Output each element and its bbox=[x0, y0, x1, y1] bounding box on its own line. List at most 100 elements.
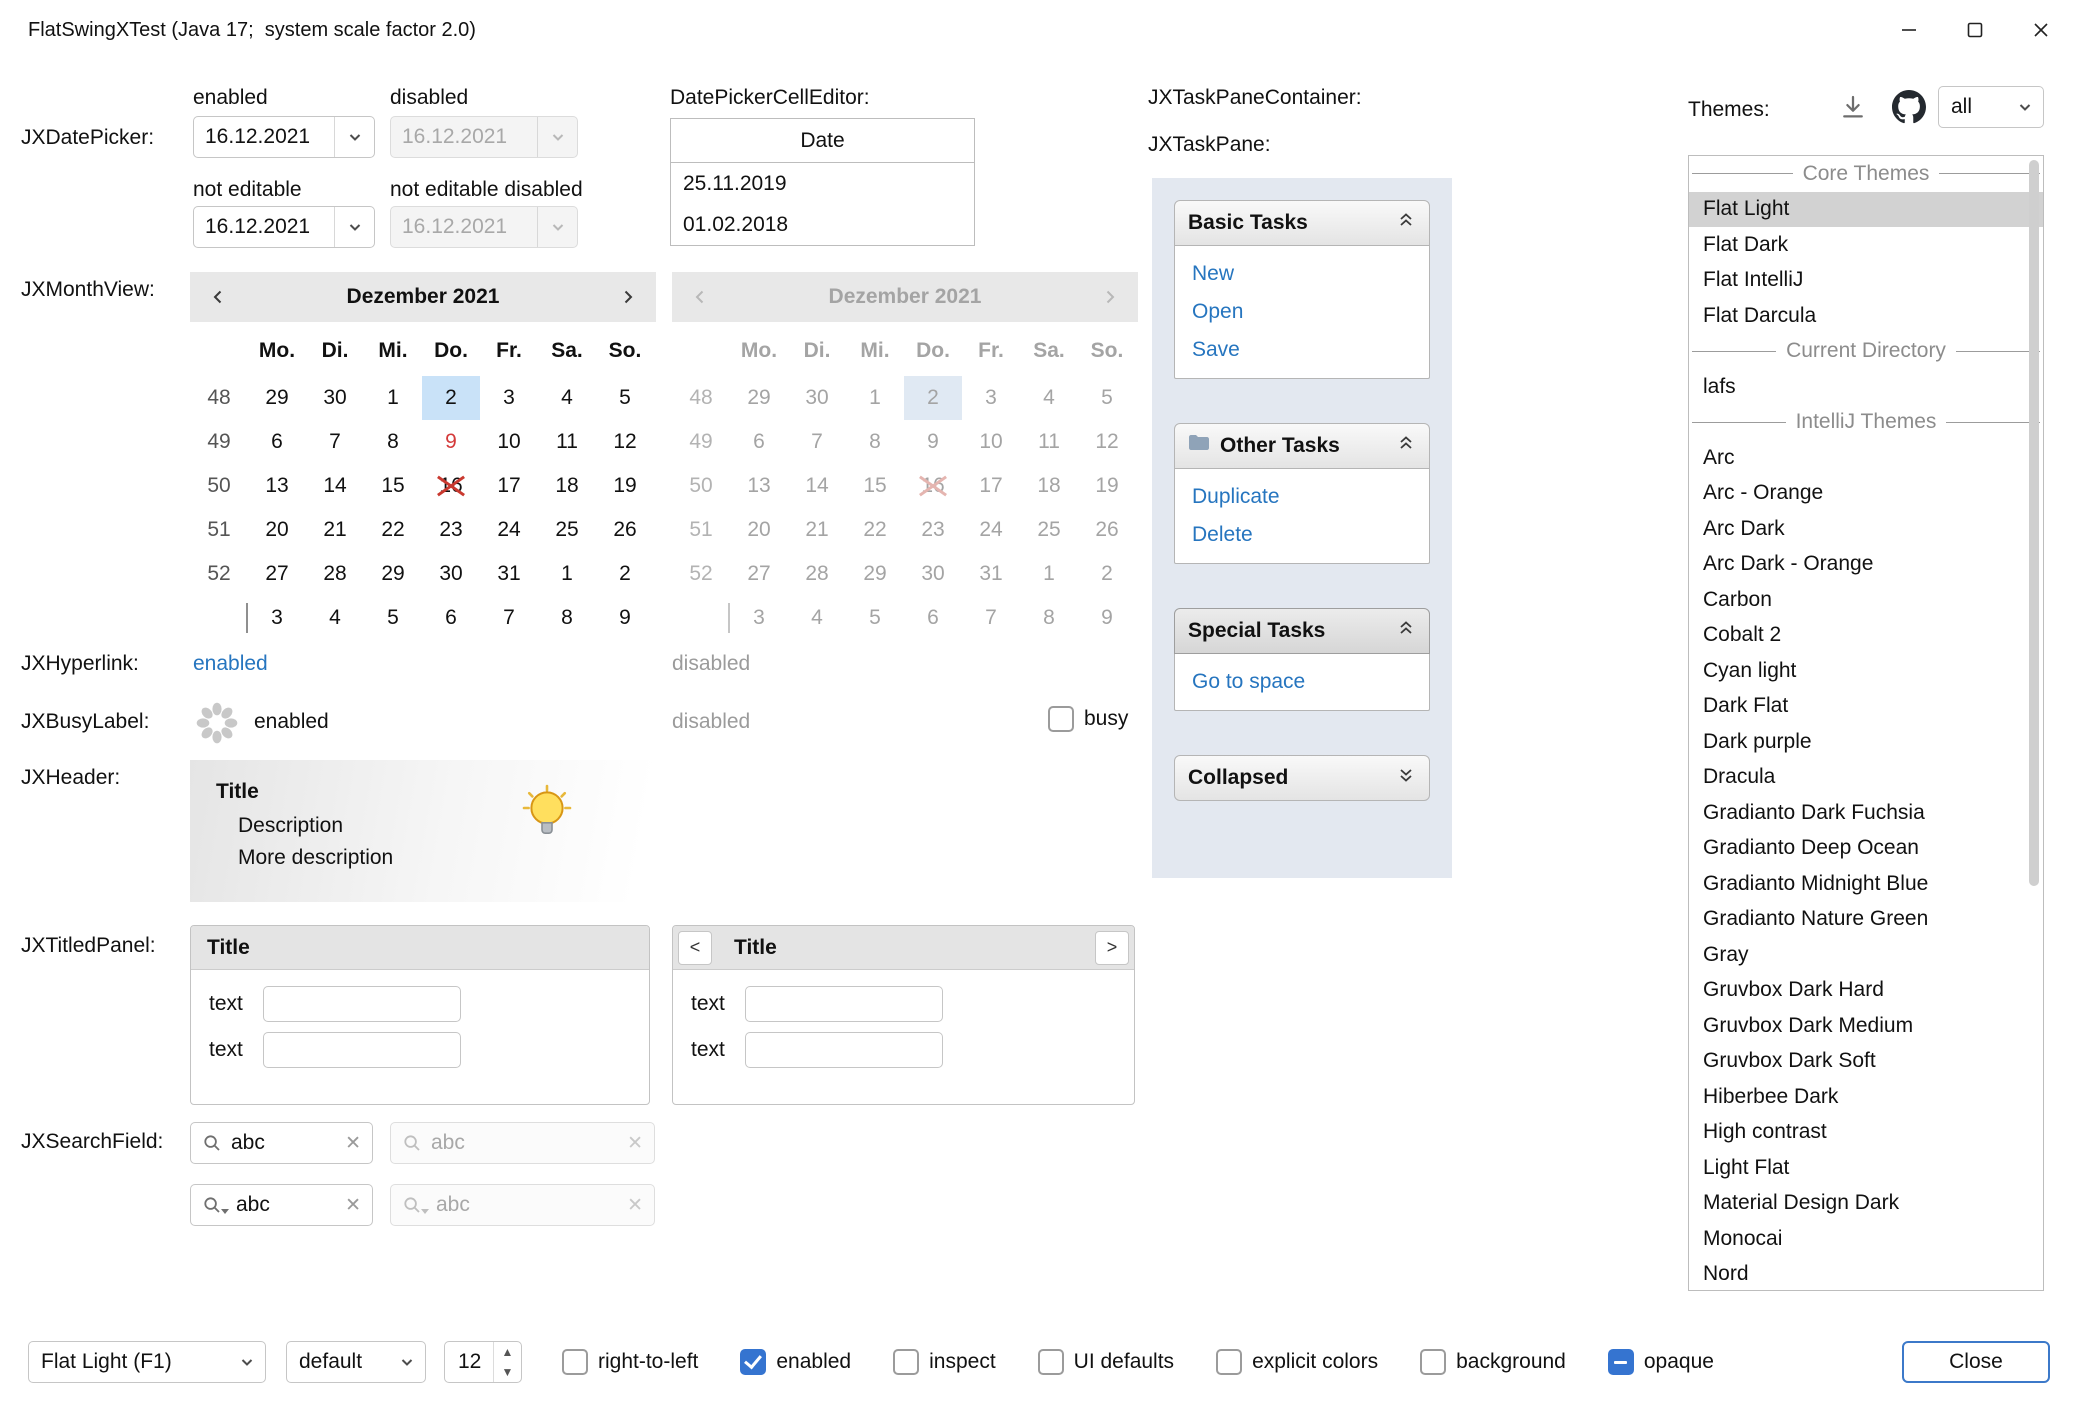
theme-item-carbon[interactable]: Carbon bbox=[1689, 582, 2043, 618]
checkbox-inspect[interactable]: inspect bbox=[893, 1349, 996, 1375]
chevron-down-icon[interactable] bbox=[334, 117, 374, 157]
collapse-icon[interactable] bbox=[1396, 618, 1416, 644]
scrollbar-thumb[interactable] bbox=[2029, 160, 2039, 886]
checkbox-box[interactable] bbox=[1038, 1349, 1064, 1375]
theme-item-hiberbee-dark[interactable]: Hiberbee Dark bbox=[1689, 1079, 2043, 1115]
day-cell[interactable]: 10 bbox=[480, 420, 538, 464]
next-month-button[interactable] bbox=[600, 288, 656, 306]
day-cell[interactable]: 6 bbox=[422, 596, 480, 640]
text-input[interactable] bbox=[263, 986, 461, 1022]
theme-item-arc-dark-orange[interactable]: Arc Dark - Orange bbox=[1689, 547, 2043, 583]
task-link-delete[interactable]: Delete bbox=[1175, 516, 1429, 554]
font-size-spinner[interactable]: 12 ▲▼ bbox=[444, 1341, 522, 1383]
table-row[interactable]: 25.11.2019 bbox=[671, 163, 974, 204]
day-cell[interactable]: 31 bbox=[480, 552, 538, 596]
day-cell[interactable]: 20 bbox=[248, 508, 306, 552]
style-combo[interactable]: default bbox=[286, 1341, 426, 1383]
day-cell[interactable]: 4 bbox=[538, 376, 596, 420]
theme-item-cobalt-2[interactable]: Cobalt 2 bbox=[1689, 618, 2043, 654]
download-icon[interactable] bbox=[1838, 92, 1868, 128]
day-cell[interactable]: 8 bbox=[364, 420, 422, 464]
day-cell[interactable]: 5 bbox=[596, 376, 654, 420]
theme-item-arc-dark[interactable]: Arc Dark bbox=[1689, 511, 2043, 547]
theme-item-flat-intellij[interactable]: Flat IntelliJ bbox=[1689, 263, 2043, 299]
search-value[interactable]: abc bbox=[231, 1131, 336, 1155]
day-cell[interactable]: 28 bbox=[306, 552, 364, 596]
day-cell[interactable]: 29 bbox=[364, 552, 422, 596]
day-cell[interactable]: 9 bbox=[596, 596, 654, 640]
text-input[interactable] bbox=[745, 986, 943, 1022]
themes-list[interactable]: Core ThemesFlat LightFlat DarkFlat Intel… bbox=[1688, 155, 2044, 1291]
day-cell[interactable]: 4 bbox=[306, 596, 364, 640]
date-picker-enabled[interactable]: 16.12.2021 bbox=[193, 116, 375, 158]
checkbox-enabled[interactable]: enabled bbox=[740, 1349, 851, 1375]
day-cell[interactable]: 8 bbox=[538, 596, 596, 640]
date-picker-value[interactable]: 16.12.2021 bbox=[194, 125, 334, 149]
clear-icon[interactable]: ✕ bbox=[345, 1194, 361, 1217]
themes-filter-combo[interactable]: all bbox=[1938, 86, 2044, 128]
month-view-enabled[interactable]: Dezember 2021Mo.Di.Mi.Do.Fr.Sa.So.482930… bbox=[190, 272, 656, 640]
prev-month-button[interactable] bbox=[190, 288, 246, 306]
checkbox-box[interactable] bbox=[1608, 1349, 1634, 1375]
minimize-button[interactable] bbox=[1876, 0, 1942, 60]
busy-checkbox[interactable] bbox=[1048, 706, 1074, 732]
day-cell[interactable]: 16 bbox=[422, 464, 480, 508]
date-picker-not-editable[interactable]: 16.12.2021 bbox=[193, 206, 375, 248]
day-cell[interactable]: 21 bbox=[306, 508, 364, 552]
theme-item-lafs[interactable]: lafs bbox=[1689, 369, 2043, 405]
checkbox-right-to-left[interactable]: right-to-left bbox=[562, 1349, 698, 1375]
day-cell[interactable]: 9 bbox=[422, 420, 480, 464]
day-cell[interactable]: 29 bbox=[248, 376, 306, 420]
day-cell[interactable]: 1 bbox=[364, 376, 422, 420]
task-pane-title[interactable]: Basic Tasks bbox=[1174, 200, 1430, 246]
day-cell[interactable]: 7 bbox=[306, 420, 364, 464]
search-field-with-menu[interactable]: abc ✕ bbox=[190, 1184, 373, 1226]
day-cell[interactable]: 14 bbox=[306, 464, 364, 508]
day-cell[interactable]: 15 bbox=[364, 464, 422, 508]
checkbox-box[interactable] bbox=[893, 1349, 919, 1375]
search-field[interactable]: abc ✕ bbox=[190, 1122, 373, 1164]
hyperlink-enabled[interactable]: enabled bbox=[193, 652, 268, 676]
day-cell[interactable]: 12 bbox=[596, 420, 654, 464]
day-cell[interactable]: 22 bbox=[364, 508, 422, 552]
day-cell[interactable]: 7 bbox=[480, 596, 538, 640]
checkbox-explicit-colors[interactable]: explicit colors bbox=[1216, 1349, 1378, 1375]
theme-item-arc[interactable]: Arc bbox=[1689, 440, 2043, 476]
task-link-save[interactable]: Save bbox=[1175, 331, 1429, 369]
close-window-button[interactable] bbox=[2008, 0, 2074, 60]
day-cell[interactable]: 30 bbox=[422, 552, 480, 596]
theme-item-dark-flat[interactable]: Dark Flat bbox=[1689, 689, 2043, 725]
day-cell[interactable]: 6 bbox=[248, 420, 306, 464]
day-cell[interactable]: 3 bbox=[248, 596, 306, 640]
day-cell[interactable]: 27 bbox=[248, 552, 306, 596]
day-cell[interactable]: 25 bbox=[538, 508, 596, 552]
day-cell[interactable]: 2 bbox=[596, 552, 654, 596]
spinner-up-icon[interactable]: ▲ bbox=[494, 1342, 521, 1362]
expand-icon[interactable] bbox=[1396, 765, 1416, 791]
theme-item-gray[interactable]: Gray bbox=[1689, 937, 2043, 973]
day-cell[interactable]: 18 bbox=[538, 464, 596, 508]
theme-item-arc-orange[interactable]: Arc - Orange bbox=[1689, 476, 2043, 512]
day-cell[interactable]: 23 bbox=[422, 508, 480, 552]
day-cell[interactable]: 1 bbox=[538, 552, 596, 596]
theme-item-gradianto-dark-fuchsia[interactable]: Gradianto Dark Fuchsia bbox=[1689, 795, 2043, 831]
theme-item-cyan-light[interactable]: Cyan light bbox=[1689, 653, 2043, 689]
task-link-open[interactable]: Open bbox=[1175, 293, 1429, 331]
collapse-icon[interactable] bbox=[1396, 433, 1416, 459]
checkbox-opaque[interactable]: opaque bbox=[1608, 1349, 1714, 1375]
theme-item-gradianto-deep-ocean[interactable]: Gradianto Deep Ocean bbox=[1689, 831, 2043, 867]
titled-panel-right-button[interactable]: > bbox=[1095, 931, 1129, 965]
checkbox-box[interactable] bbox=[1216, 1349, 1242, 1375]
laf-combo[interactable]: Flat Light (F1) bbox=[28, 1341, 266, 1383]
day-cell[interactable]: 5 bbox=[364, 596, 422, 640]
table-row[interactable]: 01.02.2018 bbox=[671, 204, 974, 245]
day-cell[interactable]: 26 bbox=[596, 508, 654, 552]
busy-checkbox-row[interactable]: busy bbox=[1048, 706, 1128, 732]
day-cell[interactable]: 17 bbox=[480, 464, 538, 508]
clear-icon[interactable]: ✕ bbox=[345, 1132, 361, 1155]
titled-panel-left-button[interactable]: < bbox=[678, 931, 712, 965]
checkbox-box[interactable] bbox=[740, 1349, 766, 1375]
search-menu-icon[interactable] bbox=[202, 1195, 222, 1215]
theme-item-flat-dark[interactable]: Flat Dark bbox=[1689, 227, 2043, 263]
theme-item-nord[interactable]: Nord bbox=[1689, 1257, 2043, 1292]
